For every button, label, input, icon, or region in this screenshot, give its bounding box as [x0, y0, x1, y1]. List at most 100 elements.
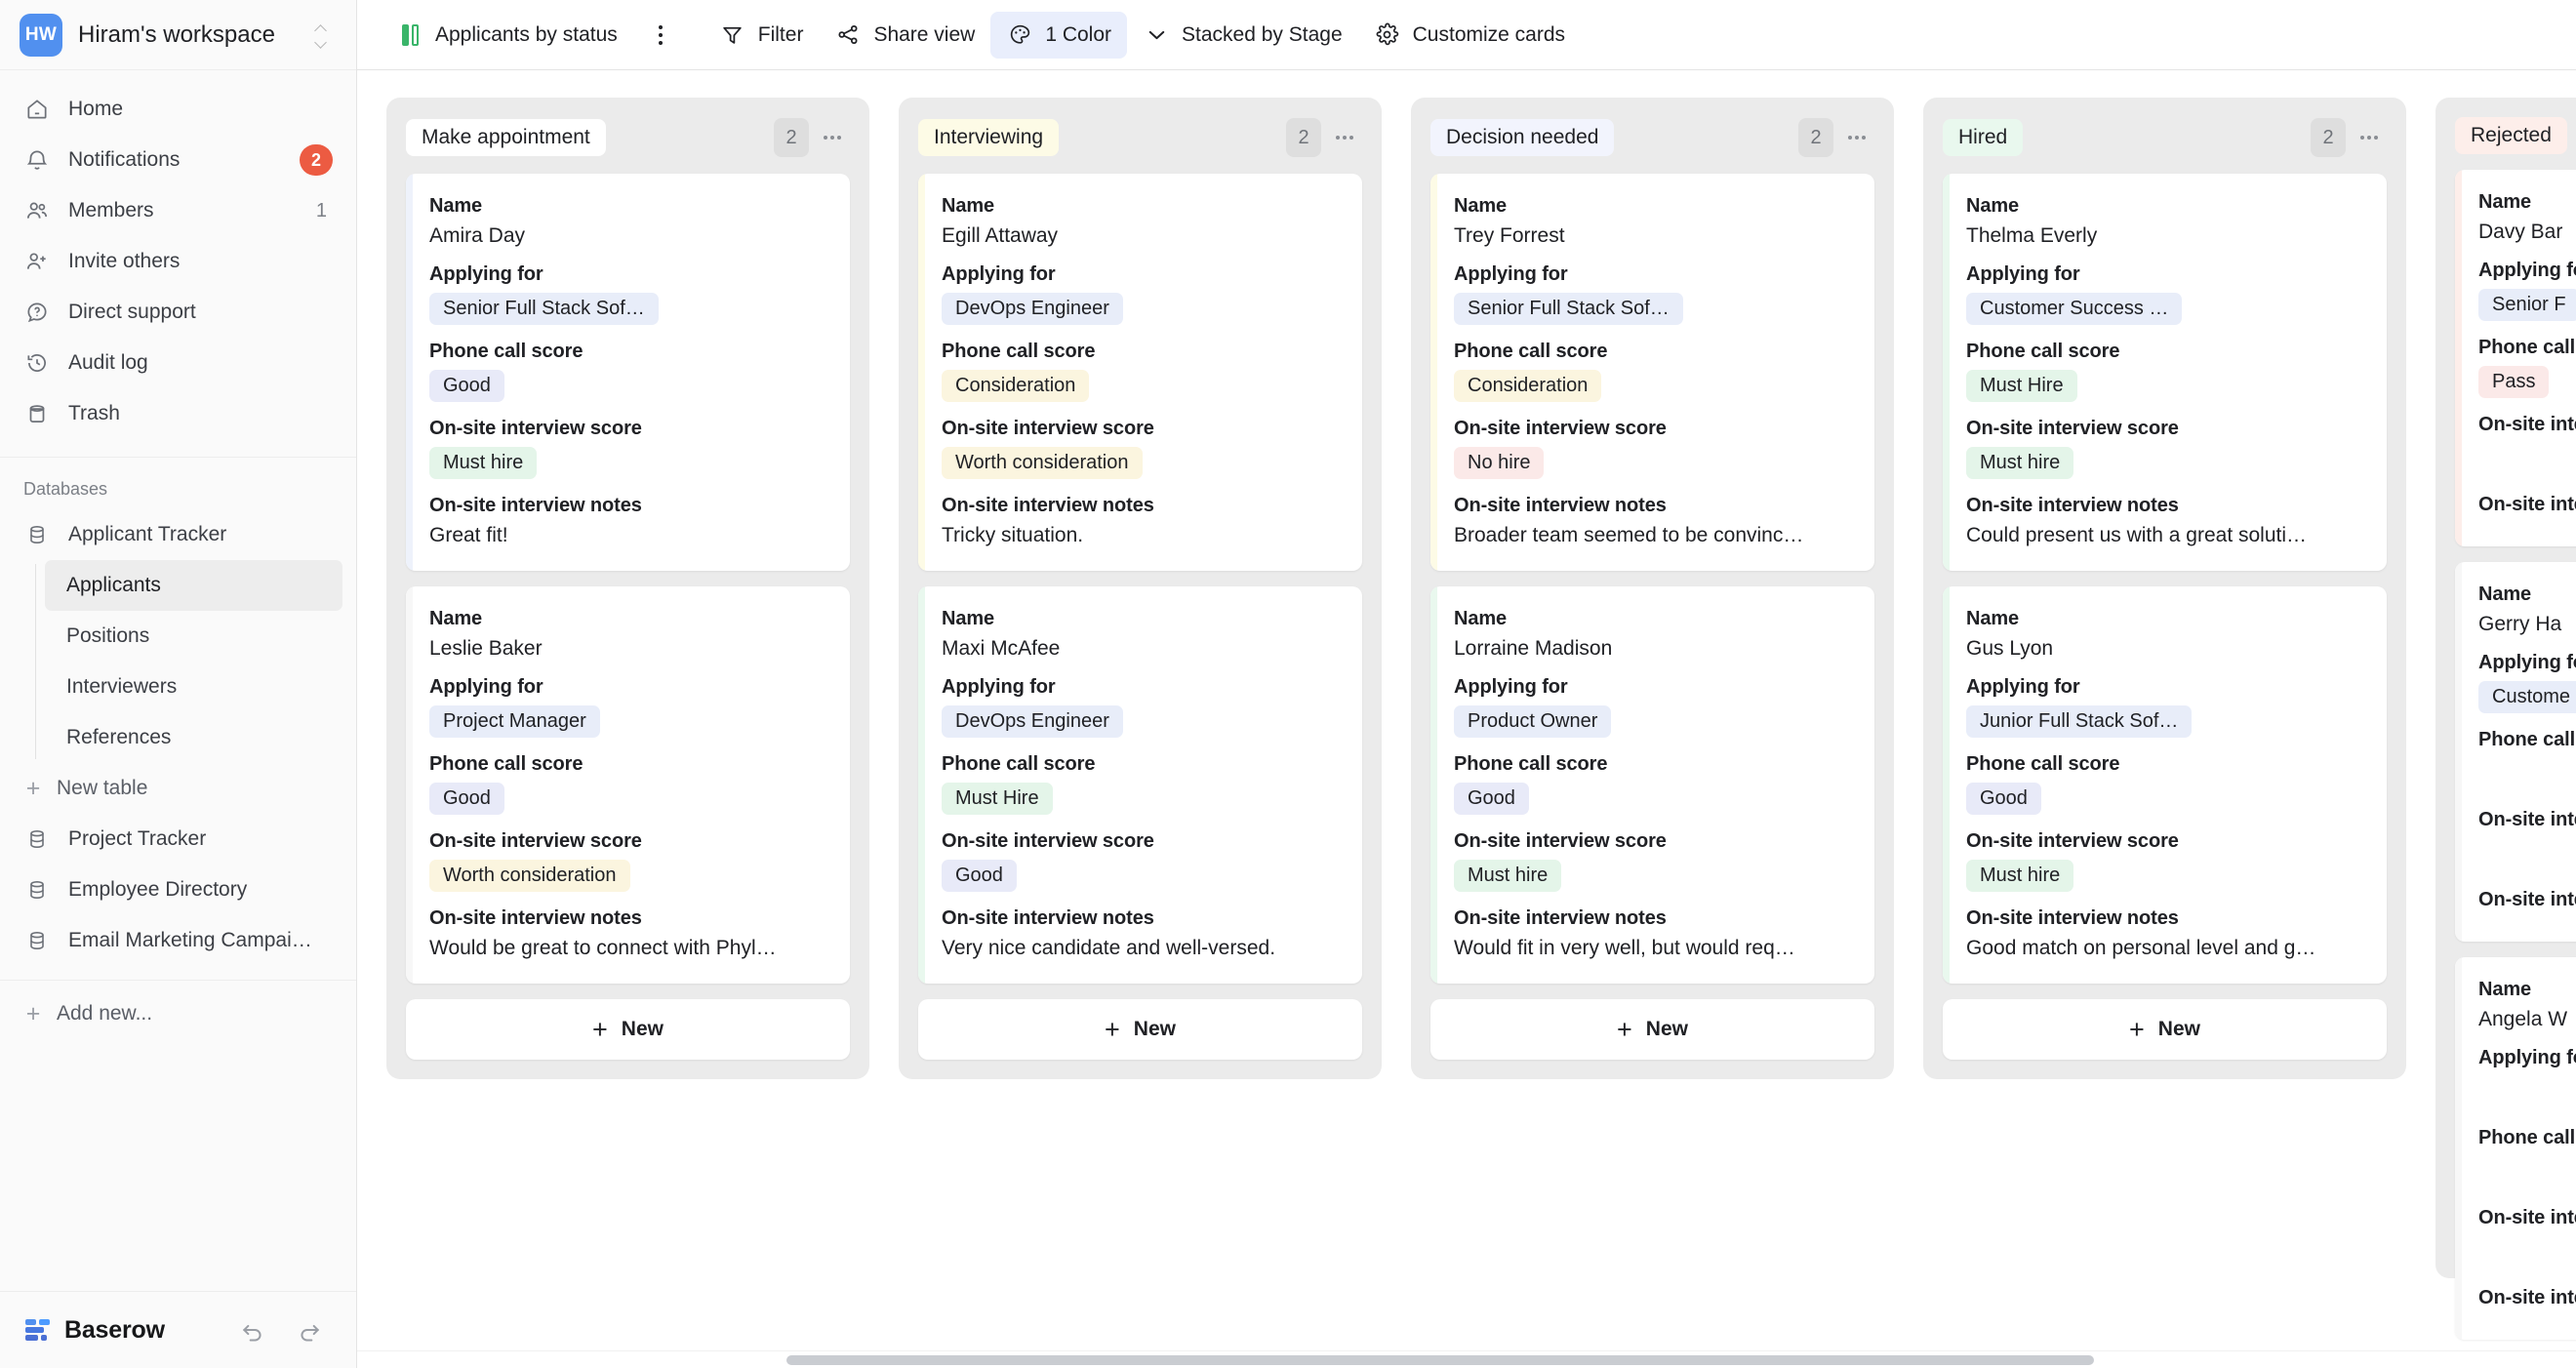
table-label: Positions	[66, 624, 149, 648]
kanban-card[interactable]: NameMaxi McAfeeApplying forDevOps Engine…	[918, 586, 1362, 984]
kanban-column: Hired2NameThelma EverlyApplying forCusto…	[1923, 98, 2406, 1079]
card-value-applying-for: Product Owner	[1454, 705, 1611, 738]
kanban-card[interactable]: NameAmira DayApplying forSenior Full Sta…	[406, 174, 850, 571]
question-chat-icon	[23, 299, 51, 326]
main-panel: Applicants by status Filter Share view	[357, 0, 2576, 1368]
card-field-label-onsite-notes: On-site interview notes	[2478, 889, 2576, 911]
new-card-button[interactable]: +New	[1943, 999, 2387, 1060]
card-field-label-name: Name	[942, 195, 1337, 218]
chevron-updown-icon[interactable]	[309, 19, 335, 52]
card-color-stripe	[1430, 174, 1437, 571]
undo-arrow-icon[interactable]	[231, 1308, 274, 1351]
card-value-applying-for-wrap: Custome	[2478, 681, 2576, 713]
kanban-card[interactable]: NameGerry HaApplying forCustomePhone cal…	[2455, 562, 2576, 942]
sidebar-divider-2	[0, 980, 356, 981]
kanban-card[interactable]: NameAngela WApplying forPhone call score…	[2455, 957, 2576, 1340]
new-card-button[interactable]: +New	[918, 999, 1362, 1060]
sidebar-table-references[interactable]: References	[45, 712, 342, 763]
kanban-card[interactable]: NameDavy BarApplying forSenior FPhone ca…	[2455, 170, 2576, 546]
kanban-column-count: 2	[774, 118, 809, 157]
baserow-logo[interactable]: Baserow	[25, 1316, 218, 1345]
sidebar-item-direct-support[interactable]: Direct support	[0, 287, 356, 338]
card-value-phone-call-score: Consideration	[1454, 370, 1601, 402]
card-field-label-phone-call-score: Phone call score	[1454, 341, 1849, 363]
kanban-card[interactable]: NameTrey ForrestApplying forSenior Full …	[1430, 174, 1874, 571]
card-value-name: Lorraine Madison	[1454, 637, 1849, 661]
card-value-phone-call-score-wrap: Good	[429, 370, 825, 402]
horizontal-dots-icon[interactable]	[2352, 120, 2387, 155]
customize-label: Customize cards	[1413, 23, 1565, 47]
card-field-label-name: Name	[1454, 608, 1849, 630]
sidebar-item-label: Home	[68, 98, 333, 121]
card-value-onsite-score-wrap: Good	[942, 860, 1337, 892]
add-new-button[interactable]: + Add new...	[0, 988, 356, 1039]
sidebar-item-invite-others[interactable]: Invite others	[0, 236, 356, 287]
horizontal-scrollbar-thumb[interactable]	[786, 1355, 2094, 1365]
horizontal-dots-icon[interactable]	[1839, 120, 1874, 155]
card-field-label-applying-for: Applying for	[1454, 263, 1849, 286]
card-value-onsite-notes: Would fit in very well, but would req…	[1454, 937, 1849, 960]
horizontal-dots-icon[interactable]	[1327, 120, 1362, 155]
card-value-onsite-score-wrap: Must hire	[1454, 860, 1849, 892]
card-field-label-applying-for: Applying for	[429, 676, 825, 699]
kanban-card[interactable]: NameEgill AttawayApplying forDevOps Engi…	[918, 174, 1362, 571]
kanban-card[interactable]: NameGus LyonApplying forJunior Full Stac…	[1943, 586, 2387, 984]
sidebar-table-applicants[interactable]: Applicants	[45, 560, 342, 611]
kanban-board-scroll[interactable]: Make appointment2NameAmira DayApplying f…	[357, 70, 2576, 1368]
kanban-column-title: Interviewing	[918, 119, 1059, 156]
sidebar-item-members[interactable]: Members 1	[0, 185, 356, 236]
card-field-label-name: Name	[429, 195, 825, 218]
card-color-stripe	[2455, 170, 2462, 546]
card-value-applying-for-wrap: DevOps Engineer	[942, 293, 1337, 325]
card-color-stripe	[406, 586, 413, 984]
sidebar-item-home[interactable]: Home	[0, 84, 356, 135]
filter-label: Filter	[758, 23, 804, 47]
sidebar-database-employee-directory[interactable]: Employee Directory	[0, 865, 356, 915]
share-view-button[interactable]: Share view	[819, 12, 990, 59]
filter-button[interactable]: Filter	[704, 12, 820, 59]
card-field-label-name: Name	[2478, 583, 2576, 606]
horizontal-scrollbar[interactable]	[357, 1350, 2576, 1368]
card-value-onsite-score: Worth consideration	[942, 447, 1143, 479]
card-field-label-applying-for: Applying for	[2478, 1047, 2576, 1069]
workspace-selector[interactable]: HW Hiram's workspace	[0, 0, 356, 70]
card-field-label-onsite-score: On-site interview score	[2478, 809, 2576, 831]
view-options-button[interactable]	[639, 14, 682, 57]
kanban-column-title: Decision needed	[1430, 119, 1614, 156]
card-value-onsite-score-empty	[2478, 1236, 2576, 1271]
sidebar-item-audit-log[interactable]: Audit log	[0, 338, 356, 388]
kanban-card[interactable]: NameLeslie BakerApplying forProject Mana…	[406, 586, 850, 984]
kanban-card[interactable]: NameThelma EverlyApplying forCustomer Su…	[1943, 174, 2387, 571]
kanban-card[interactable]: NameLorraine MadisonApplying forProduct …	[1430, 586, 1874, 984]
card-value-onsite-score: Must hire	[429, 447, 537, 479]
sidebar-database-project-tracker[interactable]: Project Tracker	[0, 814, 356, 865]
databases-section-title: Databases	[0, 458, 356, 509]
card-value-applying-for-wrap: Senior Full Stack Sof…	[1454, 293, 1849, 325]
card-value-applying-for: DevOps Engineer	[942, 293, 1123, 325]
new-table-button[interactable]: + New table	[0, 763, 356, 814]
sidebar-item-trash[interactable]: Trash	[0, 388, 356, 439]
sidebar-database-email-marketing[interactable]: Email Marketing Campai…	[0, 915, 356, 966]
kanban-column-count: 2	[1286, 118, 1321, 157]
horizontal-dots-icon[interactable]	[815, 120, 850, 155]
color-button[interactable]: 1 Color	[990, 12, 1127, 59]
customize-cards-button[interactable]: Customize cards	[1358, 12, 1581, 59]
sidebar-database-applicant-tracker[interactable]: Applicant Tracker	[0, 509, 356, 560]
redo-arrow-icon[interactable]	[288, 1308, 331, 1351]
database-label: Employee Directory	[68, 878, 247, 902]
view-name: Applicants by status	[435, 23, 618, 47]
database-icon	[23, 878, 51, 902]
card-value-onsite-score: Worth consideration	[429, 860, 630, 892]
sidebar-table-interviewers[interactable]: Interviewers	[45, 662, 342, 712]
card-field-label-onsite-notes: On-site interview notes	[1966, 907, 2361, 930]
database-icon	[23, 523, 51, 546]
new-card-button[interactable]: +New	[406, 999, 850, 1060]
sidebar-item-notifications[interactable]: Notifications 2	[0, 135, 356, 185]
sidebar-table-positions[interactable]: Positions	[45, 611, 342, 662]
new-card-button[interactable]: +New	[1430, 999, 1874, 1060]
stacked-by-button[interactable]: Stacked by Stage	[1127, 12, 1358, 59]
brand-name: Baserow	[64, 1316, 165, 1345]
view-selector-button[interactable]: Applicants by status	[381, 12, 633, 59]
card-color-stripe	[2455, 562, 2462, 942]
card-field-label-onsite-notes: On-site interview notes	[1454, 495, 1849, 517]
